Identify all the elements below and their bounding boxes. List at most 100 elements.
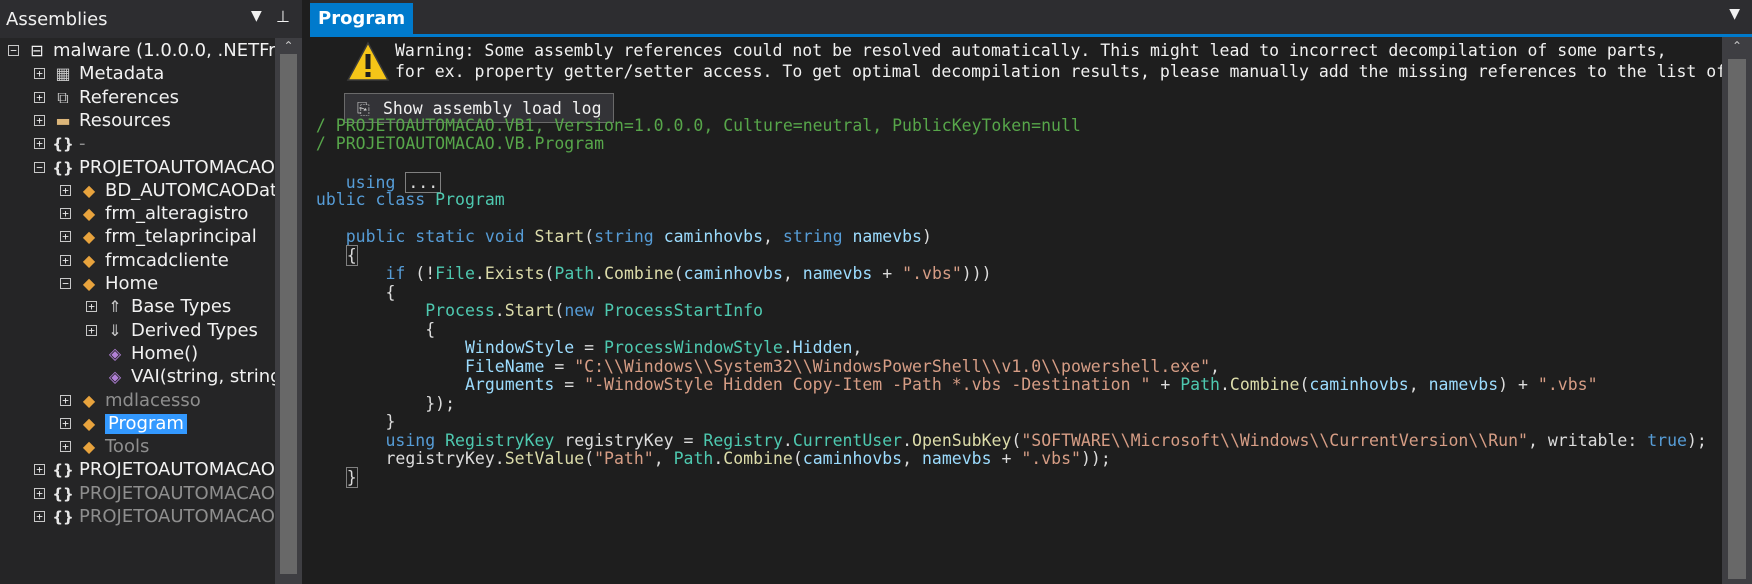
tree-scrollbar-thumb[interactable] [280, 54, 297, 574]
code-token-str-vbs: ".vbs" [902, 264, 962, 283]
tree-item[interactable]: −{} PROJETOAUTOMACAO [0, 155, 275, 181]
expand-icon[interactable]: + [34, 487, 45, 499]
expand-icon[interactable]: + [60, 394, 71, 406]
tab-program[interactable]: Program [310, 3, 414, 34]
code-token-windowstyle[interactable]: WindowStyle [465, 338, 574, 357]
code-line-filename: FileName = "C:\\Windows\\System32\\Windo… [464, 357, 1220, 376]
tree-item[interactable]: ◈ VAI(string, string [0, 364, 282, 390]
expand-icon[interactable]: + [60, 441, 71, 453]
code-token-process[interactable]: Process [425, 301, 495, 320]
tree-item[interactable]: ◈ Home() [0, 341, 275, 367]
tree-item-label: frm_telaprincipal [105, 226, 257, 248]
expand-icon[interactable]: + [34, 68, 45, 80]
base-types-icon: ⇑ [108, 297, 122, 317]
tree-item[interactable]: + ⇑ Base Types [0, 294, 275, 320]
code-token-exists[interactable]: Exists [485, 264, 545, 283]
code-brace-method-close: } [345, 467, 358, 488]
editor-scrollbar[interactable]: ⌃ [1722, 37, 1752, 584]
code-token-currentuser[interactable]: CurrentUser [793, 431, 902, 450]
tree-item-label: Derived Types [131, 319, 258, 341]
tree-item[interactable]: + {} PROJETOAUTOMACAO [0, 457, 275, 483]
warning-text-line-2: for ex. property getter/setter access. T… [395, 62, 1722, 81]
code-token-registry[interactable]: Registry [703, 431, 782, 450]
code-token-filename[interactable]: FileName [465, 357, 544, 376]
code-token-param-caminhovbs: caminhovbs [683, 264, 783, 283]
code-token-registrykey-var[interactable]: registryKey [564, 431, 673, 450]
pin-icon[interactable]: ⊥ [276, 7, 290, 26]
editor-scrollbar-thumb[interactable] [1728, 59, 1746, 579]
code-token-new: new [564, 301, 595, 320]
code-token-str-powershell-path: "C:\\Windows\\System32\\WindowsPowerShel… [574, 357, 1211, 376]
expand-icon[interactable]: + [86, 301, 97, 313]
tree-item[interactable]: + ◆ Program [0, 411, 275, 437]
tree-item-label: - [79, 133, 86, 155]
expand-icon[interactable]: + [34, 114, 45, 126]
expand-icon[interactable]: + [60, 208, 71, 220]
expand-icon[interactable]: + [60, 184, 71, 196]
tree-item[interactable]: + ◆ BD_AUTOMCAODat [0, 178, 277, 204]
tree-item[interactable]: + ▦ Metadata [0, 61, 275, 87]
code-token-class-name[interactable]: Program [435, 190, 505, 209]
collapse-icon[interactable]: − [34, 161, 45, 173]
expand-icon[interactable]: + [60, 231, 71, 243]
code-token-file[interactable]: File [435, 264, 475, 283]
expand-icon[interactable]: + [34, 138, 45, 150]
scroll-up-icon[interactable]: ⌃ [275, 38, 302, 54]
expand-icon[interactable]: + [86, 324, 97, 336]
code-token-method-start[interactable]: Start [535, 227, 585, 246]
code-token-combine[interactable]: Combine [723, 449, 793, 468]
code-token-registrykey-var[interactable]: registryKey [385, 449, 494, 468]
expand-icon[interactable]: + [34, 91, 45, 103]
tree-scrollbar[interactable]: ⌃ [275, 38, 302, 584]
collapse-icon[interactable]: − [8, 45, 19, 56]
code-token-processstartinfo[interactable]: ProcessStartInfo [604, 301, 763, 320]
tree-item[interactable]: − ⊟ malware (1.0.0.0, .NETFram [0, 38, 302, 64]
expand-icon[interactable]: + [34, 511, 45, 522]
class-icon: ◆ [82, 180, 96, 200]
assembly-tree: − ⊟ malware (1.0.0.0, .NETFram + ▦ Metadata + ⧉… [0, 38, 302, 584]
code-token-setvalue[interactable]: SetValue [505, 449, 584, 468]
tree-item[interactable]: + ◆ frm_telaprincipal [0, 224, 275, 250]
tree-item[interactable]: + ◆ mdlacesso [0, 388, 275, 414]
tree-item[interactable]: + {} PROJETOAUTOMACAO [0, 504, 275, 530]
tree-item[interactable]: + ◆ Tools [0, 434, 275, 460]
code-token-path[interactable]: Path [1180, 375, 1220, 394]
tab-dropdown-icon[interactable]: ▼ [1729, 6, 1740, 22]
collapse-icon[interactable]: − [60, 278, 71, 289]
code-token-path[interactable]: Path [674, 449, 714, 468]
code-line-process-start: Process.Start(new ProcessStartInfo [425, 301, 764, 320]
expand-icon[interactable]: + [34, 464, 45, 476]
tree-item[interactable]: + ⧉ References [0, 85, 275, 111]
code-token-opensubkey[interactable]: OpenSubKey [912, 431, 1011, 450]
tree-item[interactable]: + {} PROJETOAUTOMACAO [0, 481, 275, 507]
code-token-processwindowstyle[interactable]: ProcessWindowStyle [604, 338, 783, 357]
code-token-writable: writable [1547, 431, 1628, 450]
code-token-combine[interactable]: Combine [1230, 375, 1300, 394]
tree-item[interactable]: + ▬ Resources [0, 108, 275, 134]
scroll-up-icon[interactable]: ⌃ [1722, 39, 1752, 57]
code-brace-init-close: }); [316, 394, 456, 413]
panel-dropdown-icon[interactable]: ▼ [251, 8, 262, 24]
code-brace-method-open: { [345, 245, 358, 266]
tree-item[interactable]: − ◆ Home [0, 271, 275, 297]
code-token-hidden[interactable]: Hidden [793, 338, 853, 357]
code-token-start[interactable]: Start [505, 301, 555, 320]
tree-item[interactable]: + ◆ frmcadcliente [0, 248, 275, 274]
code-line-registry-open: using RegistryKey registryKey = Registry… [385, 431, 1707, 450]
code-token-public: public [316, 190, 366, 209]
code-token-str-run-key: "SOFTWARE\\Microsoft\\Windows\\CurrentVe… [1021, 431, 1528, 450]
code-editor[interactable]: Warning: Some assembly references could … [316, 37, 1722, 584]
class-icon: ◆ [82, 274, 96, 293]
namespace-icon: {} [52, 484, 74, 503]
tree-item[interactable]: + ⇓ Derived Types [0, 318, 275, 344]
code-token-combine[interactable]: Combine [604, 264, 674, 283]
class-icon: ◆ [82, 413, 96, 433]
tree-item[interactable]: + {} - [0, 131, 275, 157]
code-token-arguments[interactable]: Arguments [465, 375, 554, 394]
module-icon: ◆ [82, 390, 96, 410]
tree-item[interactable]: + ◆ frm_alteragistro [0, 201, 275, 227]
code-token-path[interactable]: Path [554, 264, 594, 283]
expand-icon[interactable]: + [60, 417, 71, 429]
code-token-registrykey-type[interactable]: RegistryKey [445, 431, 554, 450]
expand-icon[interactable]: + [60, 254, 71, 266]
